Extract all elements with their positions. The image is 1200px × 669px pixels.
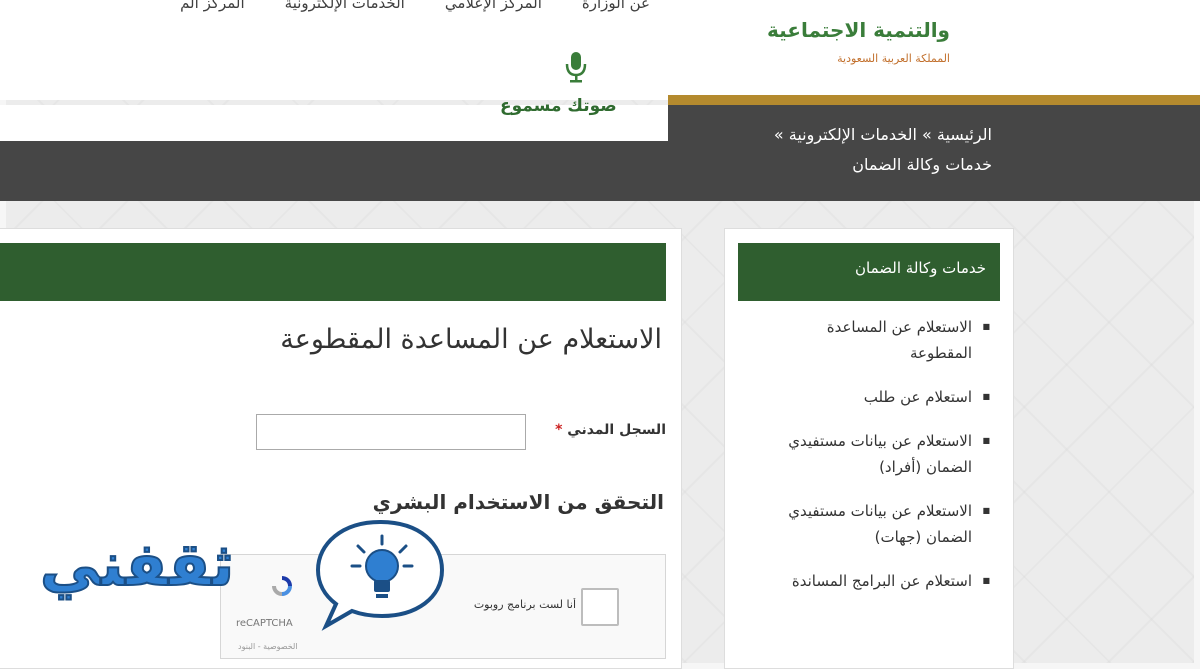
top-navigation: عن الوزارة المركز الإعلامي الخدمات الإلك… [0,0,660,20]
nav-item-center[interactable]: المركز الم [180,0,245,20]
ministry-logo-title[interactable]: والتنمية الاجتماعية [767,18,950,42]
nav-item-about[interactable]: عن الوزارة [582,0,650,20]
breadcrumb: الرئيسية » الخدمات الإلكترونية » خدمات و… [692,120,992,180]
ministry-logo-subtitle: المملكة العربية السعودية [837,52,950,65]
sidebar-item-request-inquiry[interactable]: استعلام عن طلب [740,384,1002,410]
human-verification-heading: التحقق من الاستخدام البشري [372,490,664,514]
watermark-logo-text: ثقفني [39,529,235,601]
civil-registry-label-text: السجل المدني [567,422,666,438]
gold-accent-bar [668,95,1200,105]
sidebar-item-individuals-inquiry[interactable]: الاستعلام عن بيانات مستفيدي الضمان (أفرا… [740,428,1002,480]
sidebar-title: خدمات وكالة الضمان [738,243,1000,301]
breadcrumb-path[interactable]: الرئيسية » الخدمات الإلكترونية » [692,120,992,150]
sidebar-item-support-programs[interactable]: استعلام عن البرامج المساندة [740,568,1002,594]
nav-item-media[interactable]: المركز الإعلامي [445,0,542,20]
civil-registry-input[interactable] [256,414,526,450]
recaptcha-terms-link[interactable]: الخصوصية - البنود [238,642,298,651]
recaptcha-label: أنا لست برنامج روبوت [473,598,576,611]
breadcrumb-current: خدمات وكالة الضمان [852,155,992,174]
lightbulb-icon [315,519,445,631]
sidebar-item-lump-sum-inquiry[interactable]: الاستعلام عن المساعدة المقطوعة [792,314,1002,366]
recaptcha-logo-icon [272,576,292,596]
recaptcha-brand: reCAPTCHA [236,618,293,629]
site-header: عن الوزارة المركز الإعلامي الخدمات الإلك… [0,0,1200,100]
voice-feedback-link[interactable]: صوتك مسموع [500,96,617,116]
civil-registry-label: السجل المدني * [551,422,666,438]
sidebar-menu: الاستعلام عن المساعدة المقطوعة استعلام ع… [740,314,1002,612]
nav-item-eservices[interactable]: الخدمات الإلكترونية [285,0,405,20]
required-asterisk: * [555,422,563,438]
page-title: الاستعلام عن المساعدة المقطوعة [280,324,662,355]
microphone-icon[interactable] [563,50,589,84]
recaptcha-checkbox[interactable] [581,588,619,626]
content-header-band [0,243,666,301]
sidebar-item-entities-inquiry[interactable]: الاستعلام عن بيانات مستفيدي الضمان (جهات… [740,498,1002,550]
